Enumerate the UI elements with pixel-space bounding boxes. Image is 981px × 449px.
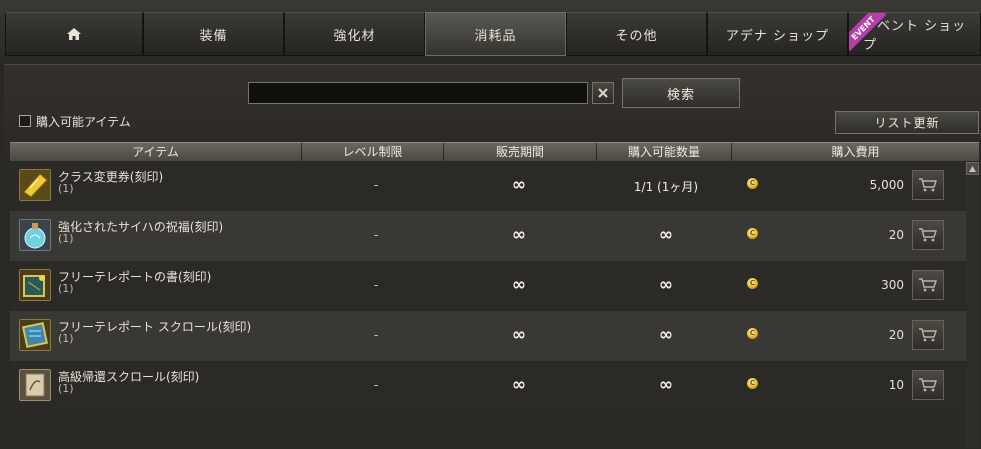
level-restriction: - [373,228,379,242]
buy-button[interactable] [912,220,944,250]
level-restriction: - [373,178,379,192]
buy-button[interactable] [912,170,944,200]
purchase-limit: ∞ [658,275,674,295]
clear-search-button[interactable] [592,82,614,104]
sale-period: ∞ [511,275,527,295]
item-name: 強化されたサイハの祝福(刻印) [58,220,224,234]
coin-icon: C [747,378,758,389]
purchasable-only-label: 購入可能アイテム [36,115,131,129]
tab-event-shop[interactable]: EVENT イベント ショップ [848,12,981,56]
buy-button[interactable] [912,320,944,350]
sale-period: ∞ [511,375,527,395]
purchase-limit: ∞ [658,375,674,395]
arrow-up-icon [969,165,976,172]
level-restriction: - [373,378,379,392]
item-price: 300 [881,278,904,292]
item-price: 20 [888,228,904,242]
table-row[interactable]: クラス変更券(刻印) (1) - ∞ 1/1 (1ヶ月) C 5,000 [10,161,966,211]
search-button[interactable]: 検索 [622,78,740,108]
item-quantity: (1) [58,382,74,395]
item-quantity: (1) [58,282,74,295]
home-icon [67,28,81,40]
table-row[interactable]: 強化されたサイハの祝福(刻印) (1) - ∞ ∞ C 20 [10,211,966,261]
column-header-cost: 購入費用 [831,145,880,159]
column-header-item: アイテム [10,143,302,161]
table-row[interactable]: フリーテレポートの書(刻印) (1) - ∞ ∞ C 300 [10,261,966,311]
tab-adena-shop[interactable]: アデナ ショップ [707,12,848,56]
level-restriction: - [373,278,379,292]
search-input[interactable] [248,82,588,104]
coin-icon: C [747,178,758,189]
tab-enhancement[interactable]: 強化材 [284,12,425,56]
close-icon [598,88,608,98]
return-scroll-icon [19,369,51,401]
refresh-list-button[interactable]: リスト更新 [835,111,979,134]
buy-button[interactable] [912,270,944,300]
tab-equipment[interactable]: 装備 [143,12,284,56]
golden-ticket-icon [19,169,51,201]
item-quantity: (1) [58,232,74,245]
purchase-limit: ∞ [658,225,674,245]
tab-label: イベント ショップ [863,19,967,53]
tab-label: アデナ ショップ [725,28,830,44]
item-price: 10 [888,378,904,392]
coin-icon: C [747,328,758,339]
tab-label: その他 [615,28,658,44]
tab-label: 消耗品 [474,28,517,44]
cart-icon [919,178,937,192]
sale-period: ∞ [511,325,527,345]
coin-icon: C [747,228,758,239]
item-quantity: (1) [58,182,74,195]
coin-icon: C [747,278,758,289]
tab-label: 強化材 [333,28,376,44]
cart-icon [919,228,937,242]
level-restriction: - [373,328,379,342]
purchasable-only-checkbox[interactable] [19,115,31,127]
item-price: 5,000 [869,178,904,192]
column-header-period: 販売期間 [444,143,597,161]
tab-label: 装備 [199,28,228,44]
blue-potion-icon [19,219,51,251]
item-name: フリーテレポート スクロール(刻印) [58,320,252,334]
teleport-scroll-icon [19,319,51,351]
scroll-up-button[interactable] [966,162,979,175]
cart-icon [919,278,937,292]
item-price: 20 [888,328,904,342]
sale-period: ∞ [511,225,527,245]
item-name: 高級帰還スクロール(刻印) [58,370,200,384]
item-quantity: (1) [58,332,74,345]
purchase-limit: 1/1 (1ヶ月) [633,180,699,194]
teleport-book-icon [19,269,51,301]
search-button-label: 検索 [666,87,695,103]
tab-other[interactable]: その他 [566,12,707,56]
scrollbar-track[interactable] [966,176,979,448]
cart-icon [919,328,937,342]
tab-home[interactable] [5,12,143,56]
cart-icon [919,378,937,392]
category-tab-bar: 装備 強化材 消耗品 その他 アデナ ショップ EVENT イベント ショップ [0,0,981,64]
item-name: フリーテレポートの書(刻印) [58,270,212,284]
table-header: アイテム レベル制限 販売期間 購入可能数量 購入費用 [10,142,979,161]
item-name: クラス変更券(刻印) [58,170,164,184]
refresh-list-label: リスト更新 [874,116,940,130]
sale-period: ∞ [511,175,527,195]
table-row[interactable]: フリーテレポート スクロール(刻印) (1) - ∞ ∞ C 20 [10,311,966,361]
tab-consumables[interactable]: 消耗品 [425,12,566,56]
column-header-level: レベル制限 [302,143,444,161]
table-row[interactable]: 高級帰還スクロール(刻印) (1) - ∞ ∞ C 10 [10,361,966,411]
column-header-limit: 購入可能数量 [597,143,732,161]
buy-button[interactable] [912,370,944,400]
purchase-limit: ∞ [658,325,674,345]
